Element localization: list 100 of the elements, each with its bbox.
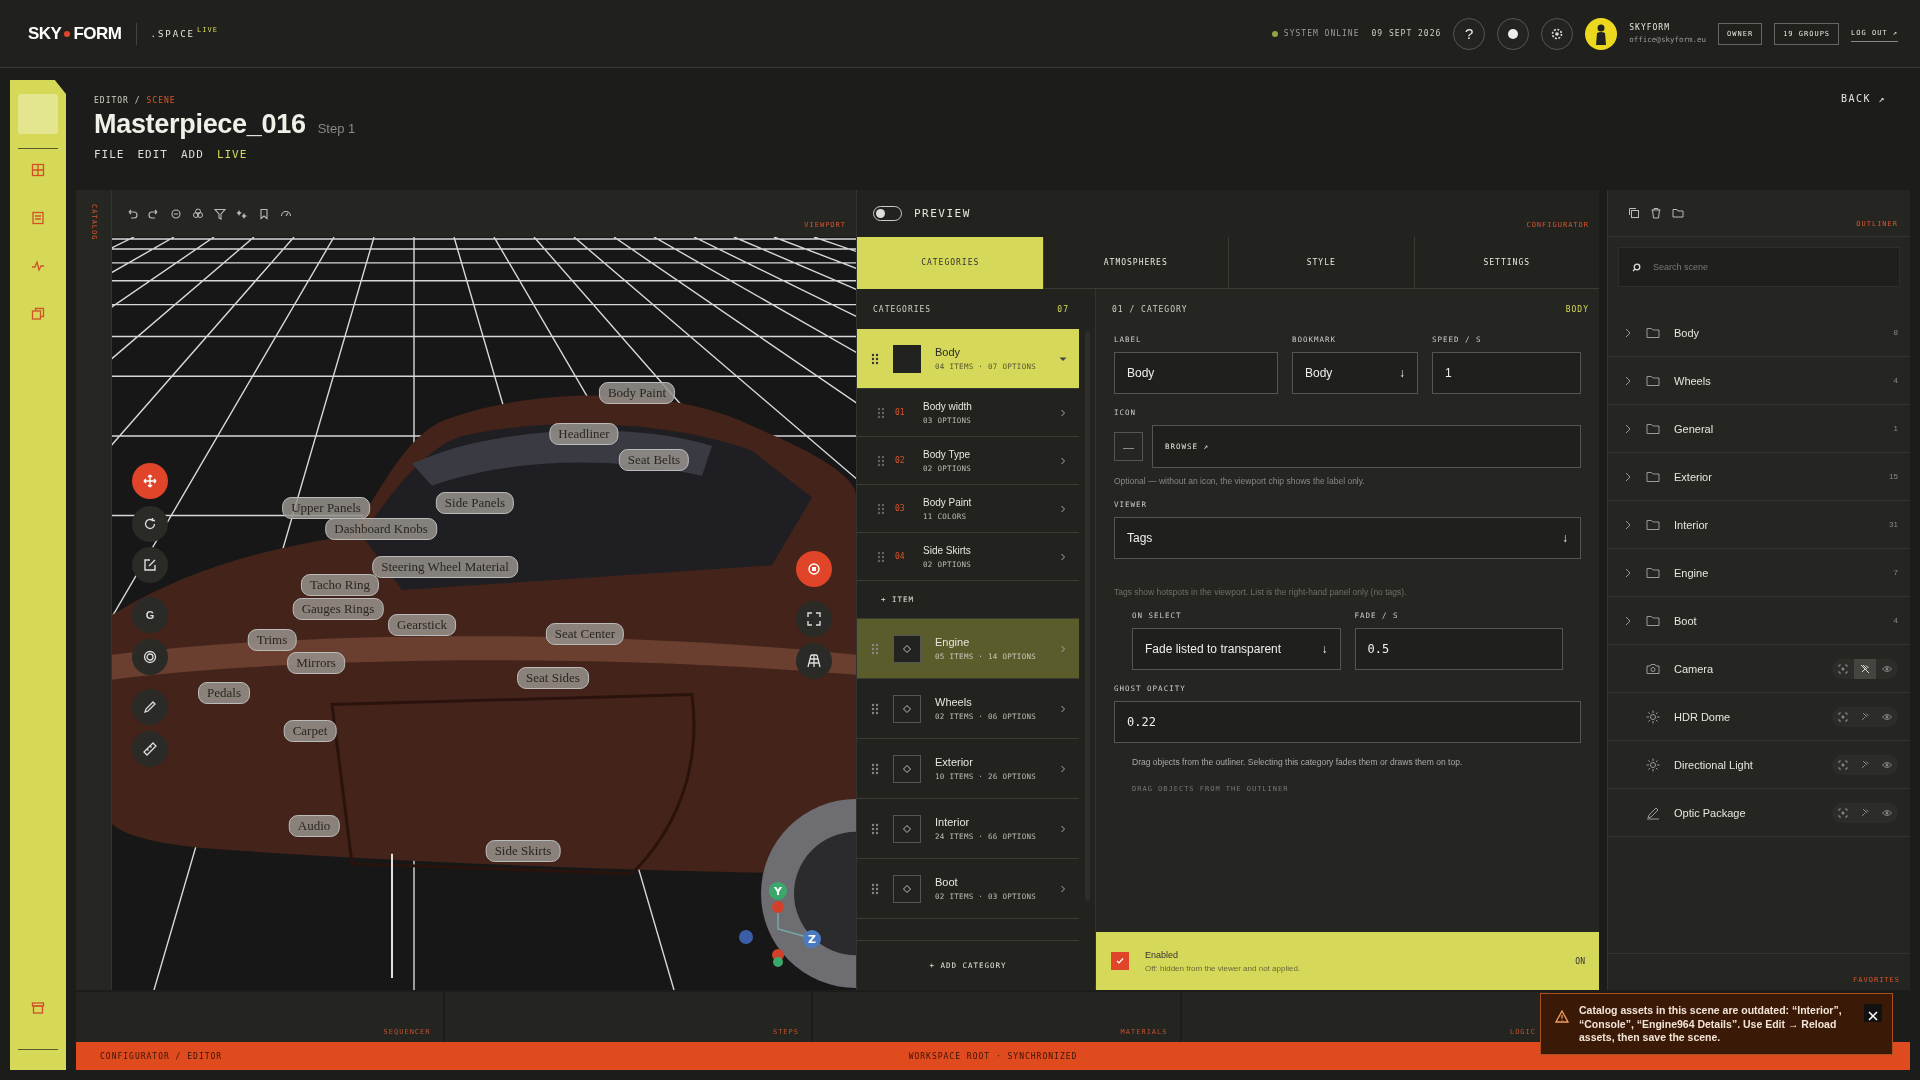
hotspot-tag[interactable]: Seat Center (545, 623, 625, 645)
filter-icon[interactable] (214, 207, 226, 220)
drag-handle-icon[interactable] (877, 406, 885, 419)
hotspot-tag[interactable]: Headliner (549, 423, 619, 445)
chevron-right-icon[interactable] (1624, 375, 1632, 386)
axis-gizmo-drawing[interactable]: Y Z (736, 877, 832, 967)
document-icon[interactable] (31, 211, 45, 225)
tab[interactable]: CATEGORIES (857, 237, 1043, 289)
drag-handle-icon[interactable] (871, 352, 879, 365)
speed-field[interactable]: 1 (1432, 352, 1581, 394)
drag-handle-icon[interactable] (871, 822, 879, 835)
outliner-row[interactable]: Directional Light (1608, 741, 1910, 789)
close-button[interactable] (1864, 1004, 1882, 1022)
drag-handle-icon[interactable] (871, 882, 879, 895)
hotspot-tag[interactable]: Gauges Rings (292, 598, 384, 620)
category-count: 07 (1057, 304, 1069, 314)
menu-item[interactable]: FILE (94, 148, 130, 161)
outliner-row[interactable]: Body 8 (1608, 309, 1910, 357)
outliner-row[interactable]: Interior 31 (1608, 501, 1910, 549)
outliner-row[interactable]: Exterior 15 (1608, 453, 1910, 501)
fade-field[interactable]: 0.5 (1354, 628, 1563, 670)
drag-handle-icon[interactable] (877, 550, 885, 563)
drag-handle-icon[interactable] (877, 502, 885, 515)
hotspot-tag[interactable]: Side Panels (435, 492, 515, 514)
search-field[interactable]: Search scene (1618, 247, 1900, 287)
chevron-right-icon[interactable] (1059, 764, 1067, 773)
outliner-row[interactable]: Boot 4 (1608, 597, 1910, 645)
category-name: Engine (935, 636, 971, 648)
hotspot-tag[interactable]: Steering Wheel Material (372, 556, 518, 578)
redo-icon[interactable] (148, 207, 160, 220)
chevron-right-icon[interactable] (1624, 423, 1632, 434)
help-button[interactable]: ? (1453, 17, 1486, 50)
chevron-right-icon[interactable] (1624, 471, 1632, 482)
chevron-right-icon[interactable] (1059, 552, 1067, 561)
hotspot-tag[interactable]: Seat Sides (517, 667, 589, 689)
undo-icon[interactable] (126, 207, 138, 220)
page-subtitle: Step 1 (317, 121, 356, 136)
drag-handle-icon[interactable] (877, 454, 885, 467)
tab[interactable]: ATMOSPHERES (1042, 237, 1228, 289)
avatar-icon[interactable] (1585, 17, 1618, 50)
camera-icon (1646, 662, 1660, 675)
drag-handle-icon[interactable] (871, 762, 879, 775)
hotspot-tag[interactable]: Tacho Ring (300, 574, 380, 596)
settings-button[interactable] (1541, 17, 1574, 50)
trash-icon[interactable] (1650, 207, 1662, 219)
chevron-right-icon[interactable] (1059, 824, 1067, 833)
tab[interactable]: SETTINGS (1413, 237, 1599, 289)
cluster-icon[interactable] (192, 207, 204, 220)
hotspot-tag[interactable]: Body Paint (598, 382, 676, 404)
label-field[interactable]: Body (1114, 352, 1278, 394)
chevron-right-icon[interactable] (1624, 327, 1632, 338)
tab[interactable]: STYLE (1228, 237, 1414, 289)
folder-icon[interactable] (1672, 207, 1684, 219)
hotspot-tag[interactable]: Upper Panels (282, 497, 370, 519)
breadcrumb-link[interactable]: EDITOR / (94, 96, 141, 105)
chevron-right-icon[interactable] (1059, 704, 1067, 713)
chevron-right-icon[interactable] (1059, 408, 1067, 417)
layers-icon[interactable] (31, 307, 45, 321)
item-index: 03 (895, 504, 906, 513)
icon-slot[interactable]: — (1114, 432, 1143, 461)
chevron-right-icon[interactable] (1624, 519, 1632, 530)
menu-item[interactable]: LIVE (216, 148, 253, 161)
hotspot-tag[interactable]: Dashboard Knobs (325, 518, 437, 540)
outliner-row[interactable]: HDR Dome (1608, 693, 1910, 741)
record-button[interactable] (1497, 17, 1530, 50)
hotspot-tag[interactable]: Audio (288, 815, 340, 837)
pulse-icon[interactable] (31, 259, 45, 273)
bookmark-icon[interactable] (258, 207, 270, 220)
chevron-right-icon[interactable] (1624, 567, 1632, 578)
outliner-row[interactable]: Optic Package (1608, 789, 1910, 837)
hotspot-tag[interactable]: Gearstick (388, 614, 456, 636)
enabled-checkbox[interactable] (1111, 952, 1129, 970)
menu-item[interactable]: EDIT (137, 148, 173, 161)
viewer-dropdown[interactable]: Tags ↓ (1114, 517, 1581, 559)
menu-item[interactable]: ADD (181, 148, 209, 161)
outliner-row[interactable]: General 1 (1608, 405, 1910, 453)
on-select-dropdown[interactable]: Fade listed to transparent ↓ (1132, 628, 1341, 670)
hotspot-tag[interactable]: Carpet (283, 720, 337, 742)
chevron-right-icon[interactable] (1059, 456, 1067, 465)
grid-icon[interactable] (31, 163, 45, 177)
hotspot-tag[interactable]: Mirrors (287, 652, 345, 674)
category-name: Exterior (935, 756, 974, 768)
hotspot-tag[interactable]: Side Skirts (485, 840, 561, 862)
chevron-right-icon[interactable] (1059, 884, 1067, 893)
bookmark-dropdown[interactable]: Body ↓ (1292, 352, 1418, 394)
drag-handle-icon[interactable] (871, 642, 879, 655)
outliner-row[interactable]: Camera (1608, 645, 1910, 693)
chevron-right-icon[interactable] (1059, 504, 1067, 513)
drag-handle-icon[interactable] (871, 702, 879, 715)
hotspot-tag[interactable]: Pedals (198, 682, 250, 704)
duplicate-icon[interactable] (1628, 207, 1640, 219)
outliner-row[interactable]: Wheels 4 (1608, 357, 1910, 405)
hotspot-tag[interactable]: Trims (247, 629, 297, 651)
pin-button[interactable] (1854, 658, 1876, 679)
back-link[interactable]: BACK ↗ (1834, 92, 1892, 105)
chevron-right-icon[interactable] (1624, 615, 1632, 626)
hotspot-tag[interactable]: Seat Belts (618, 449, 690, 471)
outliner-row[interactable]: Engine 7 (1608, 549, 1910, 597)
ghost-opacity-field[interactable]: 0.22 (1114, 701, 1581, 743)
archive-icon[interactable] (31, 1001, 45, 1015)
